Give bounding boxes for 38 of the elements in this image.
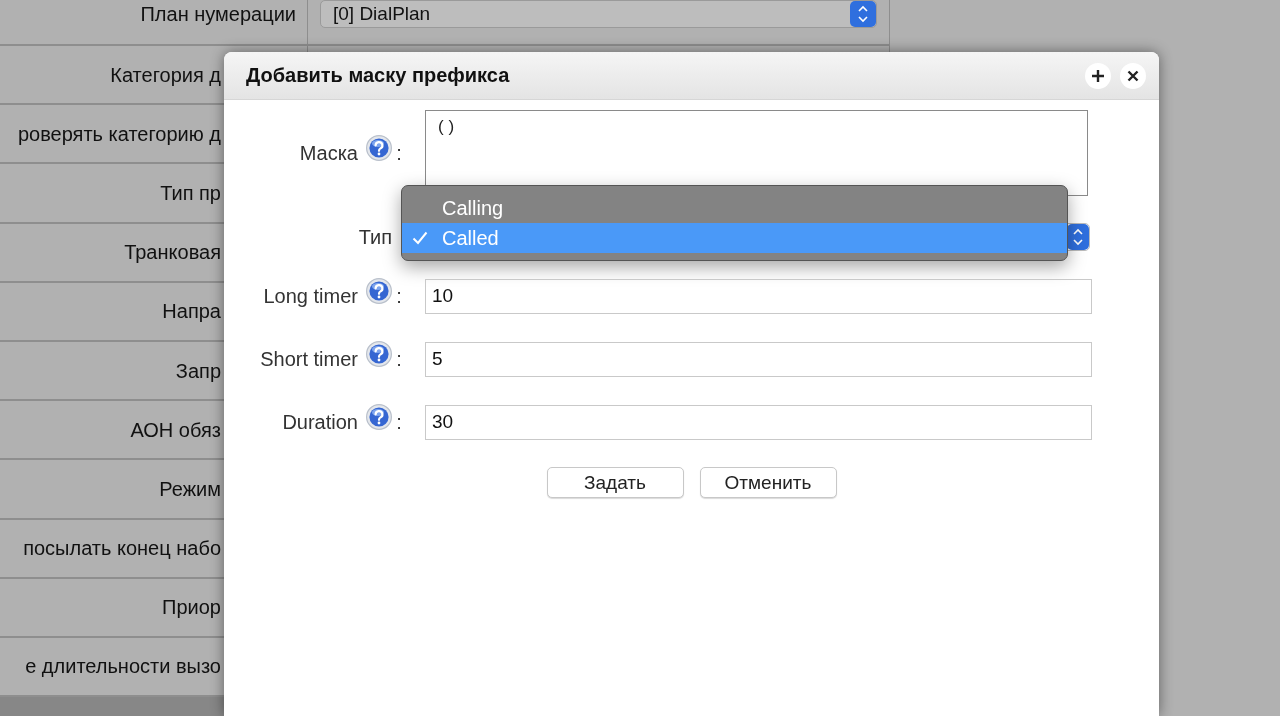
label-colon: :	[396, 410, 402, 434]
row-label: е длительности вызо	[25, 654, 221, 680]
field-label: Маска	[299, 141, 358, 165]
plus-icon[interactable]	[1085, 62, 1111, 89]
field-label: Duration	[282, 410, 358, 434]
input-field[interactable]: 30	[425, 404, 1092, 440]
row-label: АОН обяз	[130, 417, 221, 443]
row-label: Режим	[159, 476, 221, 502]
row-label: Напра	[162, 299, 221, 325]
dialog-title: Добавить маску префикса	[246, 64, 511, 87]
stepper-icon	[1067, 224, 1089, 250]
row-label: План нумерации	[140, 2, 296, 27]
field-label: Long timer	[263, 284, 358, 308]
stepper-icon	[850, 1, 876, 27]
row-label: Категория д	[110, 62, 221, 88]
help-icon[interactable]	[366, 278, 392, 304]
help-icon[interactable]	[366, 341, 392, 367]
row-label: роверять категорию д	[17, 121, 221, 147]
close-icon[interactable]	[1120, 62, 1146, 89]
label-colon: :	[396, 347, 402, 371]
check-icon	[412, 231, 428, 245]
field-label: Short timer	[260, 347, 358, 371]
label-colon: :	[396, 284, 402, 308]
help-icon[interactable]	[366, 135, 392, 161]
field-label: Тип	[358, 225, 392, 249]
menu-option[interactable]: Calling	[402, 194, 1067, 223]
row-label: посылать конец набо	[23, 536, 221, 562]
row-label: Транковая	[124, 240, 221, 266]
row-label: Запр	[175, 358, 221, 384]
row-label: Приор	[162, 595, 221, 621]
label-colon: :	[396, 141, 402, 165]
input-field[interactable]: 5	[425, 341, 1092, 377]
dialog-button[interactable]: Задать	[546, 467, 684, 498]
dialog-button[interactable]: Отменить	[699, 467, 837, 498]
plan-select[interactable]: [0] DialPlan	[320, 0, 877, 28]
help-icon[interactable]	[366, 404, 392, 430]
row-label: Тип пр	[160, 180, 221, 206]
input-field[interactable]: 10	[425, 278, 1092, 314]
